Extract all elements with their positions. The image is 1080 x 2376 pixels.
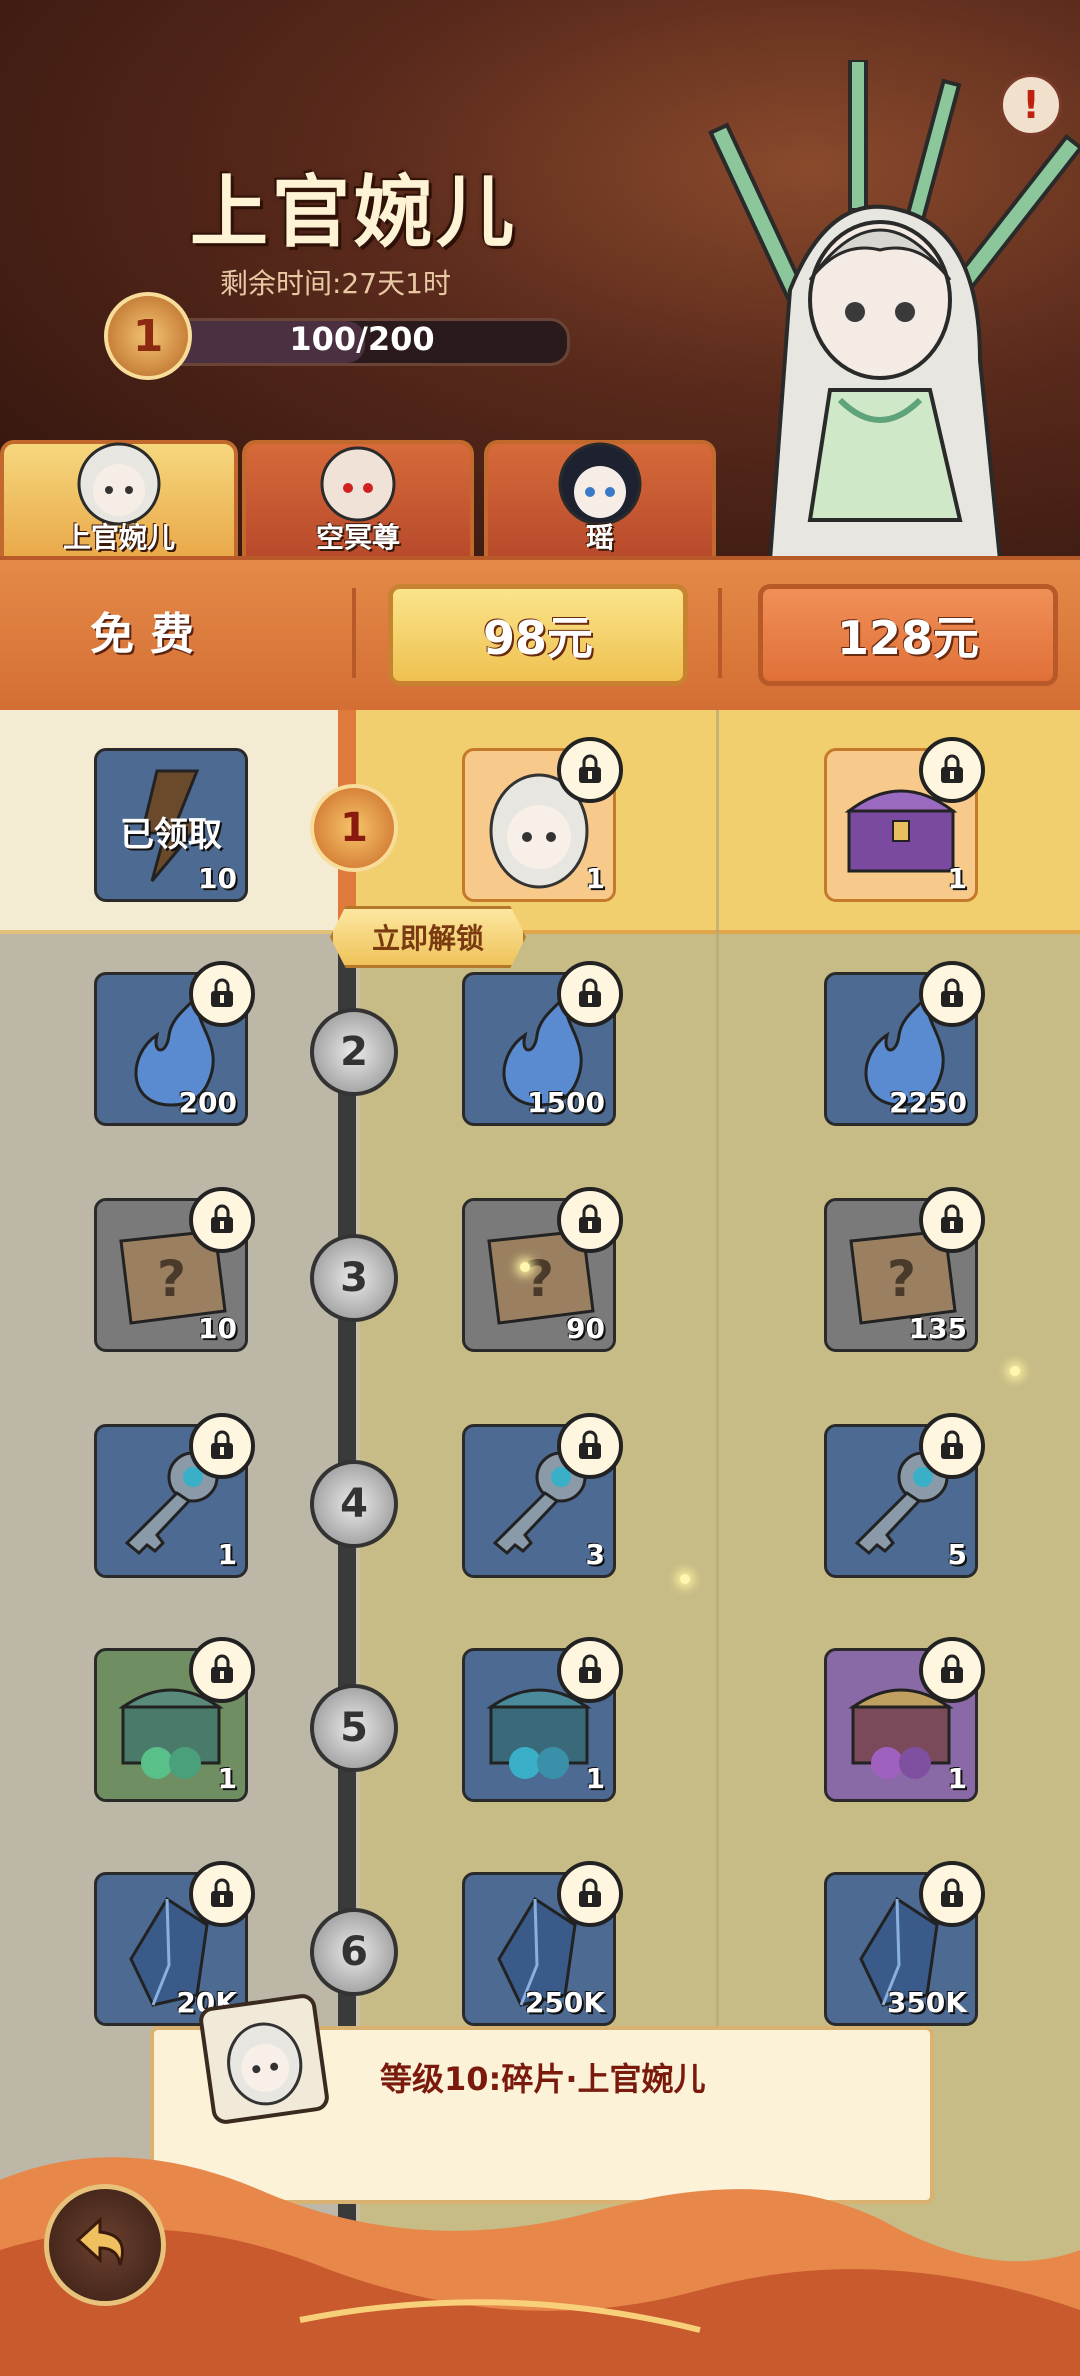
tier-divider bbox=[352, 588, 356, 678]
reward-tile-128-3[interactable]: ? 135 bbox=[824, 1187, 985, 1352]
reward-tile-free-6[interactable]: 20K bbox=[94, 1861, 255, 2026]
tab-yao[interactable]: 瑶 bbox=[484, 440, 716, 568]
back-arrow-icon bbox=[75, 2216, 124, 2266]
reward-count: 10 bbox=[198, 1312, 237, 1345]
sparkle-decoration bbox=[680, 1574, 690, 1584]
tooltip-text: 等级10:碎片·上官婉儿 bbox=[380, 2060, 706, 2098]
reward-count: 1 bbox=[217, 1762, 237, 1795]
lock-icon bbox=[919, 1861, 985, 1927]
pass-level-badge: 1 bbox=[104, 292, 192, 380]
level-node-3: 3 bbox=[310, 1234, 398, 1322]
reward-tile-98-3[interactable]: ? 90 bbox=[462, 1187, 623, 1352]
reward-tile-128-1[interactable]: 1 bbox=[824, 737, 985, 902]
lock-icon bbox=[557, 1413, 623, 1479]
lock-icon bbox=[919, 1413, 985, 1479]
lock-icon bbox=[189, 1637, 255, 1703]
lock-icon bbox=[189, 1861, 255, 1927]
tier-free-label: 免费 bbox=[90, 609, 210, 660]
reward-count: 350K bbox=[886, 1986, 967, 2019]
reward-count: 1 bbox=[217, 1538, 237, 1571]
reward-tile-free-3[interactable]: ? 10 bbox=[94, 1187, 255, 1352]
lock-icon bbox=[557, 1637, 623, 1703]
reward-tile-98-6[interactable]: 250K bbox=[462, 1861, 623, 2026]
reward-tile-98-5[interactable]: 1 bbox=[462, 1637, 623, 1802]
lock-icon bbox=[189, 1187, 255, 1253]
reward-tile-free-1[interactable]: 已领取 10 bbox=[94, 748, 248, 902]
tab-shangguan-waner[interactable]: 上官婉儿 bbox=[0, 440, 238, 568]
remaining-time-text: 剩余时间:27天1时 bbox=[220, 267, 451, 300]
xp-progress-text: 100/200 bbox=[289, 320, 435, 358]
sparkle-decoration bbox=[520, 1262, 530, 1272]
reward-tile-free-5[interactable]: 1 bbox=[94, 1637, 255, 1802]
lock-icon bbox=[919, 737, 985, 803]
reward-count: 1 bbox=[947, 862, 967, 895]
level-node-6: 6 bbox=[310, 1908, 398, 1996]
lock-icon bbox=[919, 1637, 985, 1703]
lock-icon bbox=[919, 961, 985, 1027]
unlock-now-button[interactable]: 立即解锁 bbox=[330, 906, 526, 968]
reward-tile-128-2[interactable]: 2250 bbox=[824, 961, 985, 1126]
lock-icon bbox=[919, 1187, 985, 1253]
sparkle-decoration bbox=[1010, 1366, 1020, 1376]
reward-count: 250K bbox=[524, 1986, 605, 2019]
tab-label: 空冥尊 bbox=[315, 521, 400, 554]
reward-count: 135 bbox=[908, 1312, 967, 1345]
claimed-label: 已领取 bbox=[120, 815, 222, 855]
reward-tile-98-1[interactable]: 1 bbox=[462, 737, 623, 902]
level-node-2: 2 bbox=[310, 1008, 398, 1096]
reward-count: 1 bbox=[585, 862, 605, 895]
lock-icon bbox=[189, 961, 255, 1027]
reward-tile-free-4[interactable]: 1 bbox=[94, 1413, 255, 1578]
svg-text:?: ? bbox=[887, 1250, 916, 1308]
level-node-1: 1 bbox=[310, 784, 398, 872]
tab-label: 上官婉儿 bbox=[62, 521, 175, 554]
svg-text:?: ? bbox=[525, 1250, 554, 1308]
lock-icon bbox=[557, 961, 623, 1027]
reward-count: 2250 bbox=[889, 1086, 967, 1119]
reward-tile-128-4[interactable]: 5 bbox=[824, 1413, 985, 1578]
lock-icon bbox=[557, 1861, 623, 1927]
lock-icon bbox=[557, 1187, 623, 1253]
purchase-128-button[interactable]: 128元 bbox=[758, 584, 1058, 686]
tab-label: 瑶 bbox=[585, 521, 614, 554]
reward-count: 200 bbox=[178, 1086, 237, 1119]
info-alert-icon[interactable]: ! bbox=[1000, 74, 1062, 136]
reward-count: 3 bbox=[585, 1538, 605, 1571]
tab-kongmingzun[interactable]: 空冥尊 bbox=[242, 440, 474, 568]
reward-tile-free-2[interactable]: 200 bbox=[94, 961, 255, 1126]
reward-count: 90 bbox=[566, 1312, 605, 1345]
reward-tile-98-2[interactable]: 1500 bbox=[462, 961, 623, 1126]
back-button[interactable] bbox=[44, 2184, 166, 2306]
lock-icon bbox=[557, 737, 623, 803]
reward-count: 1 bbox=[585, 1762, 605, 1795]
level-node-5: 5 bbox=[310, 1684, 398, 1772]
reward-count: 10 bbox=[198, 862, 237, 895]
reward-tile-98-4[interactable]: 3 bbox=[462, 1413, 623, 1578]
lock-icon bbox=[189, 1413, 255, 1479]
hero-illustration bbox=[708, 60, 1080, 560]
svg-text:?: ? bbox=[157, 1250, 186, 1308]
reward-tile-128-5[interactable]: 1 bbox=[824, 1637, 985, 1802]
tier-divider bbox=[718, 588, 722, 678]
reward-count: 1 bbox=[947, 1762, 967, 1795]
purchase-98-button[interactable]: 98元 bbox=[388, 584, 688, 686]
hero-name-title: 上官婉儿 bbox=[190, 168, 519, 258]
hero-shard-icon bbox=[197, 1992, 331, 2126]
reward-count: 1500 bbox=[527, 1086, 605, 1119]
level-node-4: 4 bbox=[310, 1460, 398, 1548]
reward-tile-128-6[interactable]: 350K bbox=[824, 1861, 985, 2026]
reward-count: 5 bbox=[947, 1538, 967, 1571]
